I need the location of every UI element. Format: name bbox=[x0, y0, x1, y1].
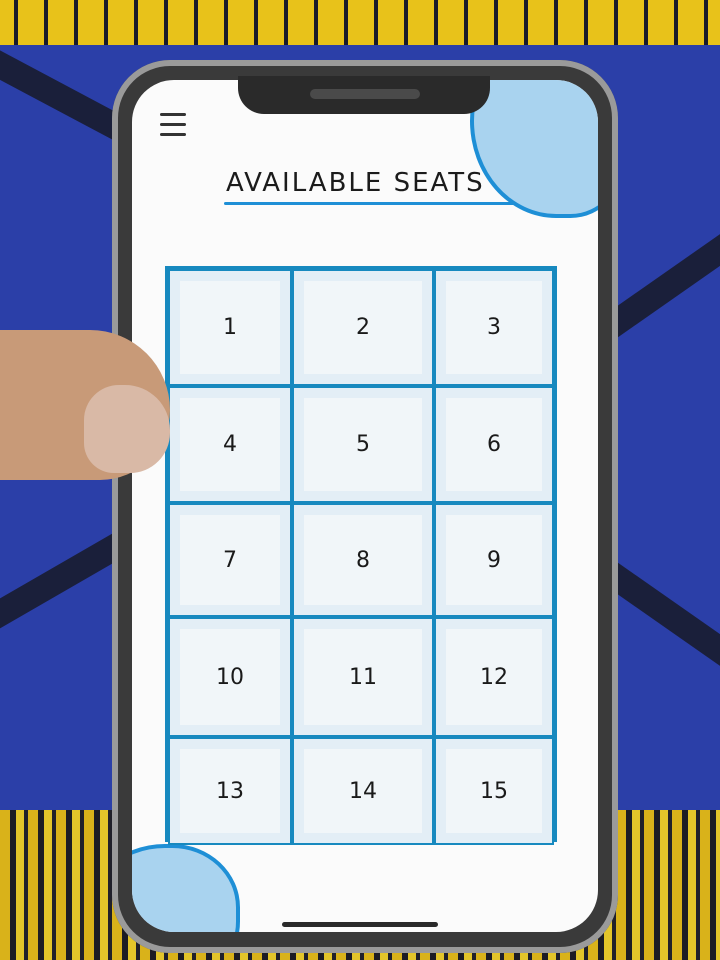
seat-10[interactable]: 10 bbox=[168, 617, 292, 737]
seat-14[interactable]: 14 bbox=[292, 737, 434, 845]
decorative-blob bbox=[132, 844, 240, 932]
seat-9[interactable]: 9 bbox=[434, 503, 554, 617]
seat-6[interactable]: 6 bbox=[434, 386, 554, 503]
seat-5[interactable]: 5 bbox=[292, 386, 434, 503]
seat-3[interactable]: 3 bbox=[434, 269, 554, 386]
seat-7[interactable]: 7 bbox=[168, 503, 292, 617]
seat-13[interactable]: 13 bbox=[168, 737, 292, 845]
home-indicator[interactable] bbox=[282, 922, 438, 927]
seat-1[interactable]: 1 bbox=[168, 269, 292, 386]
seat-4[interactable]: 4 bbox=[168, 386, 292, 503]
seat-11[interactable]: 11 bbox=[292, 617, 434, 737]
seat-15[interactable]: 15 bbox=[434, 737, 554, 845]
seat-2[interactable]: 2 bbox=[292, 269, 434, 386]
page-title: AVAILABLE SEATS bbox=[226, 168, 485, 198]
title-underline bbox=[224, 202, 516, 205]
fabric-top-stripe bbox=[0, 0, 720, 45]
fingernail bbox=[84, 385, 170, 473]
seat-12[interactable]: 12 bbox=[434, 617, 554, 737]
seat-grid: 1 2 3 4 5 6 7 8 9 10 11 12 13 14 15 bbox=[165, 266, 557, 845]
hamburger-menu-icon[interactable] bbox=[160, 113, 186, 139]
seat-8[interactable]: 8 bbox=[292, 503, 434, 617]
speaker-grille bbox=[310, 89, 420, 99]
